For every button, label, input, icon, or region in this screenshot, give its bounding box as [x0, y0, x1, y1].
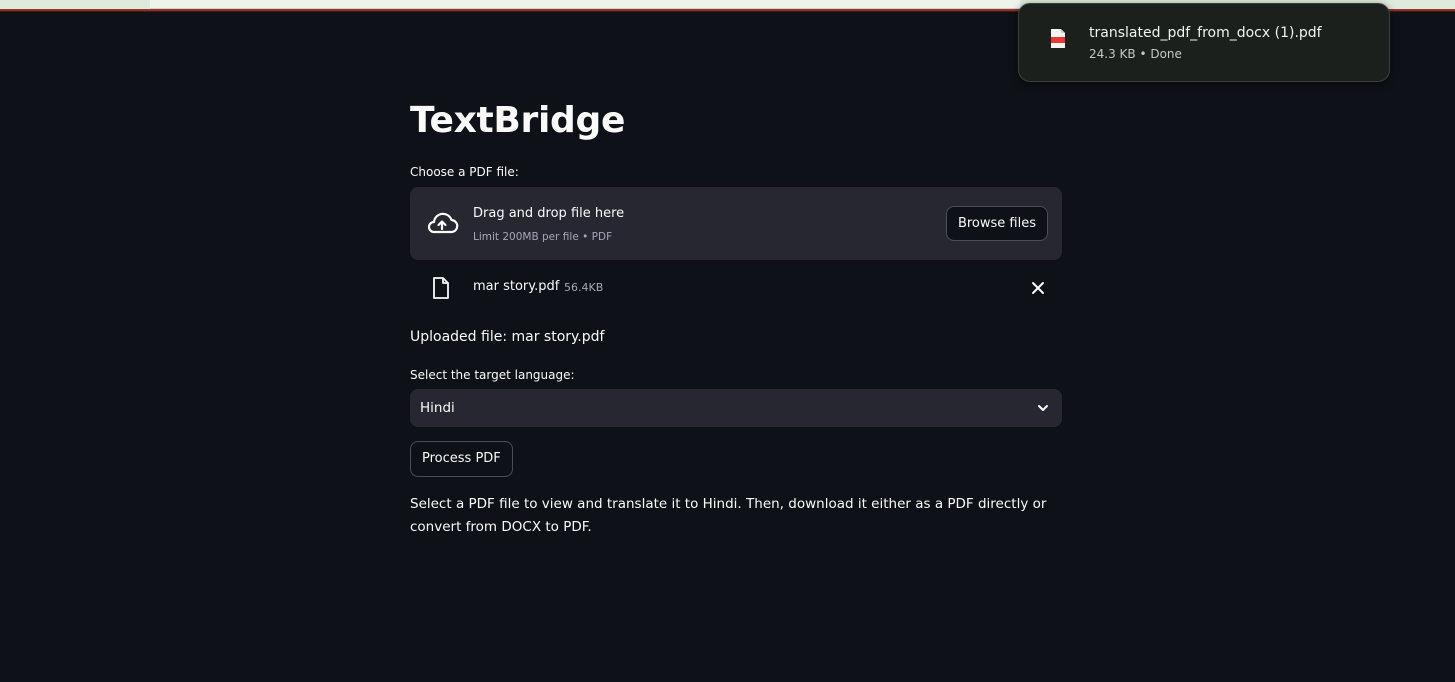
pdf-file-icon	[1051, 29, 1065, 48]
language-selected-value: Hindi	[420, 400, 455, 416]
file-name: mar story.pdf	[473, 279, 560, 294]
file-icon	[433, 277, 449, 299]
uploader-label: Choose a PDF file:	[410, 165, 519, 179]
file-size: 56.4KB	[564, 281, 604, 294]
chevron-down-icon	[1038, 405, 1048, 411]
browse-files-button[interactable]: Browse files	[945, 206, 1048, 241]
info-text: Select a PDF file to view and translate …	[410, 496, 1047, 535]
dropzone-limit: Limit 200MB per file • PDF	[473, 231, 613, 243]
close-icon[interactable]	[1027, 277, 1049, 299]
language-label: Select the target language:	[410, 368, 575, 382]
uploaded-file-text: Uploaded file: mar story.pdf	[410, 329, 605, 345]
process-pdf-button[interactable]: Process PDF	[410, 441, 513, 477]
dropzone-title: Drag and drop file here	[473, 206, 625, 221]
language-select[interactable]: Hindi	[410, 389, 1062, 427]
download-status: 24.3 KB • Done	[1089, 47, 1182, 61]
browser-tab-bar	[150, 0, 1020, 9]
download-filename[interactable]: translated_pdf_from_docx (1).pdf	[1089, 25, 1322, 41]
download-popup[interactable]: translated_pdf_from_docx (1).pdf 24.3 KB…	[1018, 3, 1390, 82]
page-title: TextBridge	[410, 100, 626, 141]
cloud-upload-icon	[427, 212, 459, 234]
uploaded-file-item: mar story.pdf 56.4KB	[410, 270, 1062, 306]
file-dropzone[interactable]: Drag and drop file here Limit 200MB per …	[410, 187, 1062, 260]
